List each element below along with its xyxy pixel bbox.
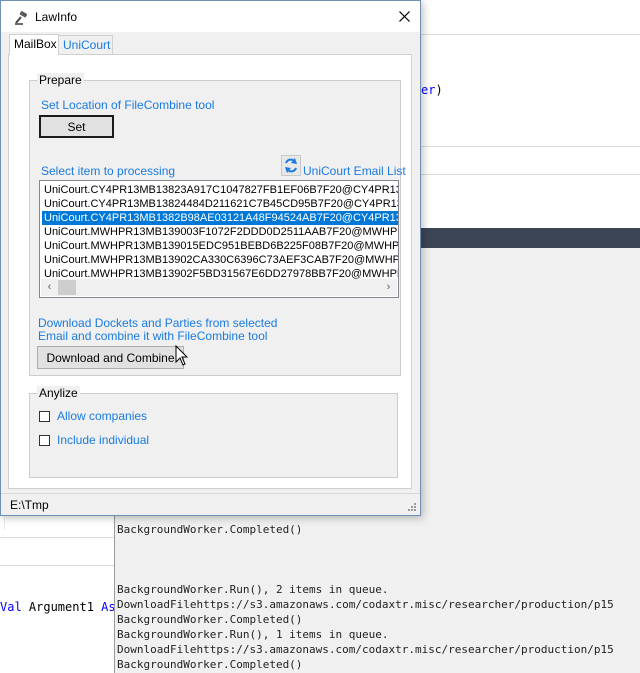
select-item-label: Select item to processing: [41, 164, 176, 178]
editor-divider: [0, 565, 114, 566]
download-and-combine-button[interactable]: Download and Combine: [37, 346, 184, 369]
list-item[interactable]: UniCourt.CY4PR13MB13823A917C1047827FB1EF…: [42, 183, 398, 197]
refresh-icon: [285, 158, 297, 173]
tab-mailbox[interactable]: MailBox: [9, 34, 59, 55]
anylize-group: Anylize Allow companies Include individu…: [29, 386, 398, 478]
anylize-legend: Anylize: [37, 386, 80, 400]
list-item[interactable]: UniCourt.MWHPR13MB139003F1072F2DDD0D2511…: [42, 225, 398, 239]
editor-divider: [0, 537, 114, 538]
list-item[interactable]: UniCourt.MWHPR13MB139015EDC951BEBD6B225F…: [42, 239, 398, 253]
code-fragment-bottom: Val Argument1 As: [0, 600, 116, 614]
status-path: E:\Tmp: [10, 498, 49, 512]
scroll-left-icon[interactable]: ‹: [41, 279, 58, 296]
list-item[interactable]: UniCourt.CY4PR13MB1382B98AE03121A48F9452…: [42, 211, 398, 225]
allow-companies-label[interactable]: Allow companies: [57, 409, 147, 423]
dialog-titlebar: LawInfo: [1, 1, 420, 32]
download-info-text: Download Dockets and Parties from select…: [38, 316, 278, 343]
list-item[interactable]: UniCourt.CY4PR13MB13824484D211621C7B45CD…: [42, 197, 398, 211]
close-icon: [399, 11, 410, 22]
lawinfo-dialog: LawInfo MailBox UniCourt Prepare Set Loc…: [0, 0, 421, 516]
prepare-legend: Prepare: [37, 73, 84, 87]
gavel-icon: [15, 11, 28, 25]
console-line: BackgroundWorker.Run(), 1 items in queue…: [117, 628, 389, 641]
scroll-thumb[interactable]: [58, 280, 76, 295]
editor-divider: [420, 174, 640, 175]
mailbox-tab-panel: Prepare Set Location of FileCombine tool…: [8, 54, 412, 489]
set-button[interactable]: Set: [39, 115, 114, 138]
horizontal-scrollbar[interactable]: ‹ ›: [41, 279, 397, 296]
console-line: BackgroundWorker.Run(), 2 items in queue…: [117, 583, 389, 596]
include-individual-checkbox[interactable]: [39, 435, 50, 446]
set-location-link[interactable]: Set Location of FileCombine tool: [41, 98, 214, 112]
prepare-group: Prepare Set Location of FileCombine tool…: [29, 73, 406, 376]
editor-divider: [420, 146, 640, 147]
scroll-right-icon[interactable]: ›: [380, 279, 397, 296]
console-line: DownloadFilehttps://s3.amazonaws.com/cod…: [117, 598, 614, 611]
resize-grip-icon[interactable]: [407, 502, 417, 512]
list-item[interactable]: UniCourt.MWHPR13MB13902CA330C6396C73AEF3…: [42, 253, 398, 267]
code-fragment: er): [421, 83, 443, 97]
status-bar: E:\Tmp: [1, 493, 420, 515]
close-button[interactable]: [389, 1, 420, 32]
dialog-title: LawInfo: [35, 10, 78, 24]
email-listbox[interactable]: UniCourt.CY4PR13MB13823A917C1047827FB1EF…: [39, 180, 399, 298]
mouse-cursor-icon: [175, 345, 189, 366]
refresh-button[interactable]: [281, 155, 301, 176]
email-list-link[interactable]: UniCourt Email List: [303, 164, 406, 178]
console-line: BackgroundWorker.Completed(): [117, 658, 303, 671]
console-line: BackgroundWorker.Completed(): [117, 523, 303, 536]
allow-companies-checkbox[interactable]: [39, 411, 50, 422]
console-line: DownloadFilehttps://s3.amazonaws.com/cod…: [117, 643, 614, 656]
include-individual-label[interactable]: Include individual: [57, 433, 149, 447]
console-line: BackgroundWorker.Completed(): [117, 613, 303, 626]
tab-unicourt[interactable]: UniCourt: [58, 35, 113, 54]
